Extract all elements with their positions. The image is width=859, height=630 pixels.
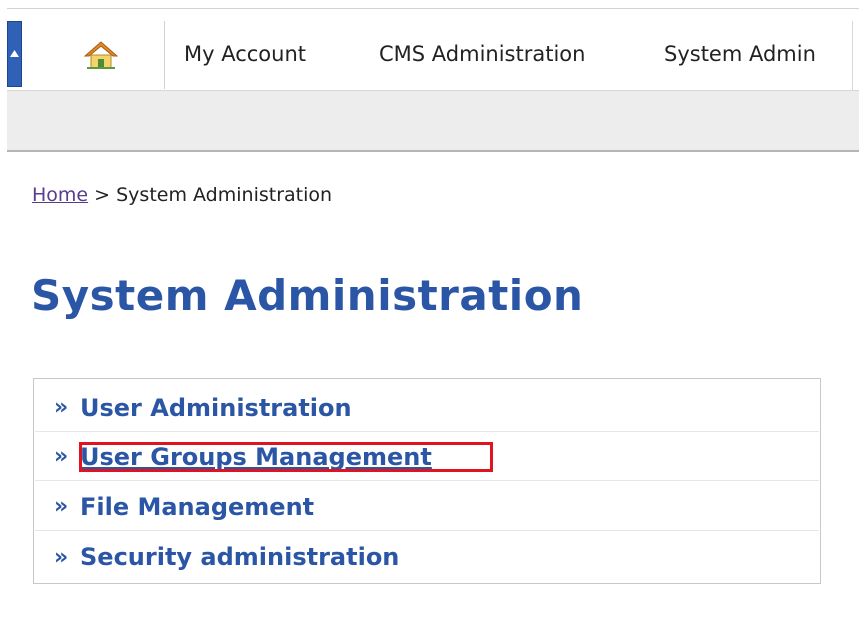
link-user-groups-management[interactable]: » User Groups Management	[35, 433, 819, 481]
top-navigation: My Account CMS Administration System Adm…	[7, 8, 859, 91]
home-icon	[84, 41, 118, 69]
bullet-icon: »	[54, 395, 69, 420]
link-label[interactable]: User Groups Management	[80, 443, 432, 471]
breadcrumb-current: System Administration	[116, 184, 333, 206]
link-file-management[interactable]: » File Management	[35, 483, 819, 531]
link-user-administration[interactable]: » User Administration	[35, 384, 819, 432]
breadcrumb-home-link[interactable]: Home	[32, 184, 88, 206]
link-label[interactable]: Security administration	[80, 543, 399, 571]
nav-divider	[852, 21, 853, 91]
nav-item-my-account[interactable]: My Account	[184, 29, 306, 79]
bullet-icon: »	[54, 544, 69, 570]
sub-navigation-bar	[7, 90, 859, 152]
link-security-administration[interactable]: » Security administration	[35, 533, 819, 581]
breadcrumb-separator: >	[94, 184, 111, 206]
nav-item-system-admin[interactable]: System Admin	[664, 29, 816, 79]
nav-item-label: CMS Administration	[379, 42, 586, 66]
page-title: System Administration	[31, 271, 584, 320]
home-button[interactable]	[35, 21, 165, 89]
bullet-icon: »	[54, 444, 69, 469]
nav-item-cms-administration[interactable]: CMS Administration	[379, 29, 585, 79]
link-label[interactable]: User Administration	[80, 394, 352, 422]
collapse-button[interactable]	[7, 21, 22, 87]
page: My Account CMS Administration System Adm…	[0, 0, 859, 630]
nav-item-label: System Admin	[664, 42, 816, 66]
breadcrumb: Home > System Administration	[32, 184, 332, 206]
bullet-icon: »	[54, 494, 69, 519]
admin-link-list: » User Administration » User Groups Mana…	[33, 378, 821, 584]
link-label[interactable]: File Management	[80, 493, 314, 521]
nav-item-label: My Account	[184, 42, 307, 66]
collapse-up-icon	[10, 50, 19, 57]
